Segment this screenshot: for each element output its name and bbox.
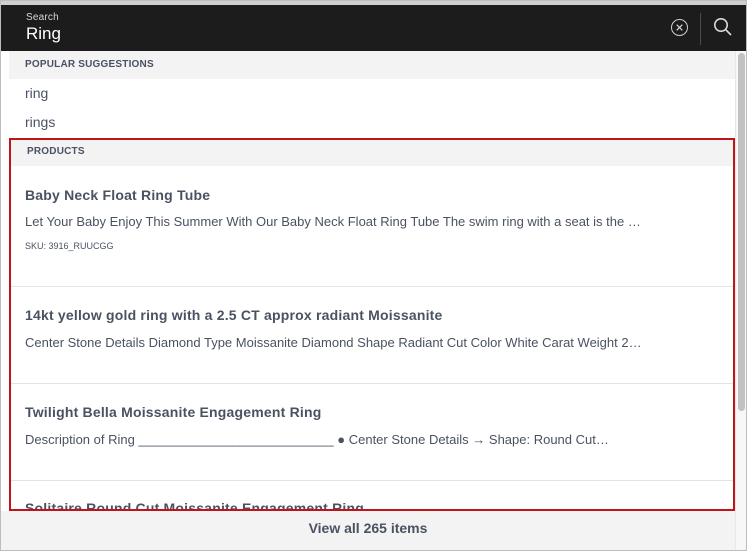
scrollbar[interactable] (735, 51, 746, 550)
suggestions-header: POPULAR SUGGESTIONS (9, 51, 735, 79)
products-header: PRODUCTS (11, 140, 733, 166)
product-item[interactable]: Twilight Bella Moissanite Engagement Rin… (11, 384, 733, 481)
search-icon[interactable] (713, 17, 733, 37)
view-all-button[interactable]: View all 265 items (1, 511, 735, 550)
header-divider (700, 13, 701, 45)
product-name: 14kt yellow gold ring with a 2.5 CT appr… (25, 307, 443, 323)
clear-search-button[interactable] (671, 19, 688, 36)
product-description: Description of Ring ____________________… (25, 432, 609, 447)
scrollbar-thumb[interactable] (738, 53, 745, 411)
products-section: PRODUCTS Baby Neck Float Ring Tube Let Y… (9, 138, 735, 511)
search-label: Search (26, 12, 59, 23)
product-description: Let Your Baby Enjoy This Summer With Our… (25, 214, 643, 229)
suggestion-item[interactable]: ring (9, 79, 735, 108)
search-input[interactable]: Ring (26, 24, 61, 44)
product-sku: SKU: 3916_RUUCGG (25, 241, 114, 251)
suggestion-item[interactable]: rings (9, 108, 735, 137)
product-name: Baby Neck Float Ring Tube (25, 187, 211, 203)
results-content: POPULAR SUGGESTIONS ring rings PRODUCTS … (9, 51, 735, 511)
close-icon (676, 24, 683, 31)
product-item[interactable]: 14kt yellow gold ring with a 2.5 CT appr… (11, 287, 733, 384)
product-name: Solitaire Round Cut Moissanite Engagemen… (25, 500, 364, 511)
product-name: Twilight Bella Moissanite Engagement Rin… (25, 404, 322, 420)
search-header: Search Ring (1, 1, 746, 51)
product-item[interactable]: Baby Neck Float Ring Tube Let Your Baby … (11, 166, 733, 287)
search-dropdown-panel: Search Ring POPULAR SUGGESTIONS ring rin… (0, 0, 747, 551)
product-item[interactable]: Solitaire Round Cut Moissanite Engagemen… (11, 481, 733, 511)
product-description: Center Stone Details Diamond Type Moissa… (25, 335, 643, 350)
